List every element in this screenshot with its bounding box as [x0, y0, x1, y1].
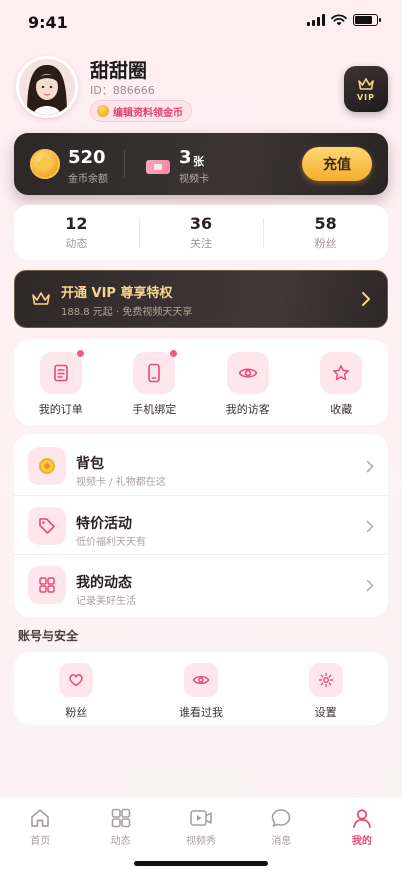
avatar[interactable] [16, 56, 78, 118]
quick-item-phone[interactable]: 手机绑定 [108, 339, 202, 425]
tab-label: 动态 [110, 836, 131, 847]
vip-banner-title: 开通 VIP 尊享特权 [61, 286, 173, 301]
stat-label: 粉丝 [314, 237, 337, 250]
vip-label: VIP [356, 92, 376, 102]
coin-icon [97, 105, 109, 117]
chevron-right-icon [366, 579, 374, 592]
video-card-unit: 张 [193, 155, 204, 168]
tab-me[interactable]: 我的 [322, 797, 402, 874]
divider [124, 150, 125, 178]
menu-item-title: 背包 [76, 456, 104, 472]
menu-list: 背包 视频卡 / 礼物都在这 特价活动 低价福利天天有 我的动态 记录美好生活 [14, 434, 388, 617]
menu-item-subtitle: 记录美好生活 [76, 596, 136, 607]
coin-icon [30, 149, 60, 179]
edit-profile-label: 编辑资料领金币 [113, 107, 183, 119]
security-item-settings[interactable]: 设置 [263, 652, 388, 725]
tab-label: 消息 [271, 836, 292, 847]
section-title-security: 账号与安全 [18, 629, 79, 643]
quick-item-label: 我的订单 [38, 403, 83, 416]
menu-item-subtitle: 视频卡 / 礼物都在这 [76, 477, 166, 488]
security-item-label: 粉丝 [65, 706, 88, 719]
stat-posts[interactable]: 12 动态 [14, 214, 139, 251]
edit-profile-button[interactable]: 编辑资料领金币 [90, 100, 192, 122]
quick-item-orders[interactable]: 我的订单 [14, 339, 108, 425]
grid-icon [111, 808, 130, 828]
eye-icon [184, 663, 218, 697]
status-time: 9:41 [28, 13, 68, 32]
stat-value: 58 [314, 214, 337, 233]
grid-icon [28, 566, 66, 604]
stat-value: 36 [189, 214, 213, 233]
status-icons [307, 14, 381, 26]
quick-item-label: 收藏 [330, 403, 353, 416]
heart-icon [59, 663, 94, 697]
home-indicator [134, 861, 268, 866]
menu-item-backpack[interactable]: 背包 视频卡 / 礼物都在这 [14, 436, 388, 495]
tab-label: 我的 [351, 836, 372, 847]
tab-home[interactable]: 首页 [0, 797, 80, 874]
ticket-icon [146, 160, 170, 174]
security-item-label: 谁看过我 [179, 706, 223, 719]
profile-id: ID：886666 [90, 84, 155, 97]
star-icon [320, 352, 363, 394]
recharge-button[interactable]: 充值 [302, 147, 372, 181]
video-card-count: 3 [179, 147, 192, 168]
menu-item-subtitle: 低价福利天天有 [76, 537, 146, 548]
eye-icon [226, 352, 269, 394]
menu-item-title: 特价活动 [76, 516, 132, 532]
quick-item-label: 我的访客 [225, 403, 270, 416]
chevron-right-icon [362, 292, 370, 306]
stat-label: 关注 [190, 237, 212, 250]
badge-dot [170, 350, 178, 357]
coin-balance-label: 金币余额 [68, 174, 108, 185]
signal-icon [307, 14, 325, 26]
vip-button[interactable]: VIP [344, 66, 388, 112]
quick-item-label: 手机绑定 [132, 403, 177, 416]
chevron-right-icon [366, 520, 374, 533]
status-bar: 9:41 [0, 0, 402, 44]
phone-icon [133, 350, 178, 394]
security-item-fans[interactable]: 粉丝 [14, 652, 139, 725]
menu-item-moments[interactable]: 我的动态 记录美好生活 [14, 554, 388, 613]
vip-banner-subtitle: 188.8 元起 · 免费视频天天享 [61, 307, 193, 318]
home-icon [31, 809, 50, 827]
chevron-right-icon [366, 460, 374, 473]
security-card: 粉丝 谁看过我 设置 [14, 652, 388, 725]
profile-name: 甜甜圈 [90, 60, 148, 82]
coin-balance: 520 [68, 147, 106, 168]
security-item-label: 设置 [314, 706, 337, 719]
video-icon [190, 810, 212, 826]
security-item-viewers[interactable]: 谁看过我 [139, 652, 264, 725]
stat-label: 动态 [65, 237, 88, 250]
tab-bar: 首页 动态 视频秀 消息 我的 [0, 796, 402, 874]
tag-icon [28, 507, 66, 545]
chat-icon [272, 809, 291, 827]
stat-following[interactable]: 36 关注 [138, 214, 264, 251]
crown-icon [358, 77, 374, 90]
user-icon [352, 809, 371, 828]
tab-label: 视频秀 [186, 836, 217, 847]
quick-actions: 我的订单 手机绑定 我的访客 收藏 [14, 339, 388, 425]
menu-item-title: 我的动态 [76, 575, 132, 591]
wallet-card: 520 金币余额 3 张 视频卡 充值 [14, 133, 388, 195]
video-card-label: 视频卡 [179, 174, 209, 185]
stat-followers[interactable]: 58 粉丝 [263, 214, 388, 251]
battery-icon [353, 14, 381, 26]
wifi-icon [331, 14, 347, 26]
tab-label: 首页 [30, 836, 51, 847]
vip-banner[interactable]: 开通 VIP 尊享特权 188.8 元起 · 免费视频天天享 [14, 270, 388, 328]
stat-value: 12 [65, 214, 88, 233]
order-icon [39, 350, 84, 394]
gear-icon [308, 663, 343, 697]
coin-icon [28, 447, 66, 485]
stats-bar: 12 动态 36 关注 58 粉丝 [14, 205, 388, 260]
quick-item-visitors[interactable]: 我的访客 [201, 339, 295, 425]
profile-header: 甜甜圈 ID：886666 编辑资料领金币 VIP [16, 56, 388, 122]
menu-item-deals[interactable]: 特价活动 低价福利天天有 [14, 495, 388, 554]
quick-item-favorites[interactable]: 收藏 [295, 339, 389, 425]
badge-dot [76, 350, 84, 357]
crown-icon [32, 292, 50, 305]
